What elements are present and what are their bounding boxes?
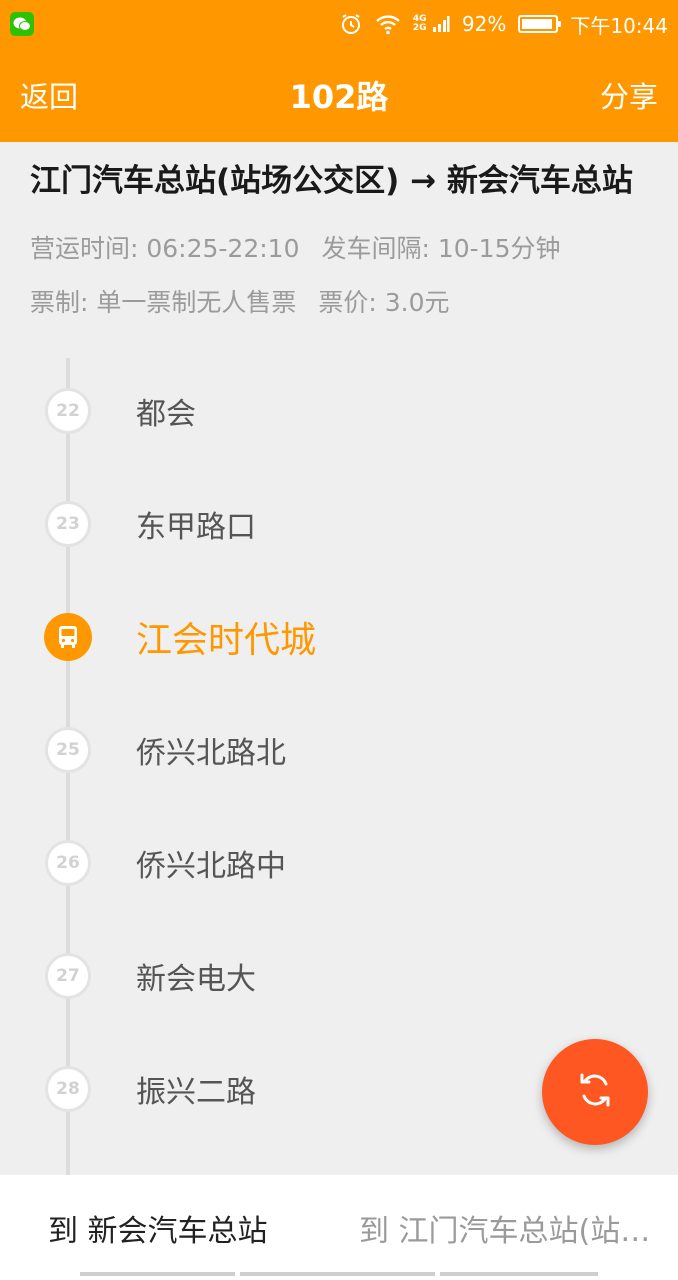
wifi-icon [375,13,401,35]
stop-name: 江会时代城 [136,620,317,661]
stop-name: 新会电大 [136,962,256,997]
battery-icon [518,15,562,33]
refresh-icon [573,1068,617,1116]
tab-indicator [80,1272,235,1276]
network-type: 4G 2G [412,14,427,33]
stop-number-badge: 22 [45,388,91,434]
alarm-icon [339,12,363,36]
departure-interval: 发车间隔: 10-15分钟 [321,234,561,263]
stop-item-current[interactable]: 江会时代城 [0,581,678,693]
stop-number-badge: 25 [45,727,91,773]
stop-item[interactable]: 22 都会 [0,355,678,467]
stop-name: 都会 [136,397,196,432]
tab-indicator [440,1272,598,1276]
route-header: 江门汽车总站(站场公交区) → 新会汽车总站 营运时间: 06:25-22:10… [30,162,660,330]
tab-label: 到 新会汽车总站 [48,1213,268,1249]
tab-label: 到 江门汽车总站(站场... [359,1213,659,1249]
signal-icon: 4G 2G [413,15,450,33]
stop-name: 振兴二路 [136,1075,256,1110]
stop-name: 东甲路口 [136,510,256,545]
battery-percent: 92% [461,12,507,36]
app-bar: 返回 102路 分享 [0,48,678,142]
clock: 下午10:44 [570,13,668,38]
page-title: 102路 [289,78,389,116]
share-button[interactable]: 分享 [600,74,658,116]
operating-time: 营运时间: 06:25-22:10 [30,234,300,263]
tab-indicator [240,1272,435,1276]
stop-name: 侨兴北路中 [136,849,286,884]
tab-direction-xinhui[interactable]: 到 新会汽车总站 [0,1175,339,1280]
stop-name: 侨兴北路北 [136,736,286,771]
wechat-icon [10,12,34,36]
direction-tabs: 到 新会汽车总站 到 江门汽车总站(站场... [0,1175,678,1280]
tab-direction-jiangmen[interactable]: 到 江门汽车总站(站场... [339,1175,678,1280]
bus-icon [44,613,92,661]
stop-number-badge: 27 [45,953,91,999]
stop-number-badge: 23 [45,501,91,547]
stop-number-badge: 26 [45,840,91,886]
stop-number-badge: 28 [45,1066,91,1112]
back-button[interactable]: 返回 [20,74,78,116]
stop-item[interactable]: 26 侨兴北路中 [0,807,678,919]
fare: 票价: 3.0元 [318,288,450,317]
refresh-button[interactable] [542,1039,648,1145]
ticket-type: 票制: 单一票制无人售票 [30,288,297,317]
status-bar: 4G 2G 92% 下午10:44 [0,0,678,48]
stop-item[interactable]: 23 东甲路口 [0,468,678,580]
stop-item[interactable]: 25 侨兴北路北 [0,694,678,806]
stop-item[interactable]: 27 新会电大 [0,920,678,1032]
route-meta: 营运时间: 06:25-22:10 发车间隔: 10-15分钟 票制: 单一票制无… [30,222,660,330]
route-direction-title: 江门汽车总站(站场公交区) → 新会汽车总站 [30,163,633,199]
